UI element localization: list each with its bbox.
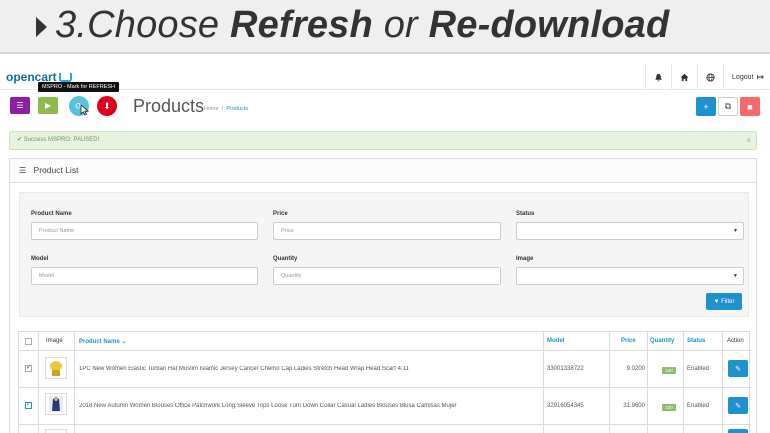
row-checkbox[interactable]: ✓ [25,365,32,372]
breadcrumb-separator: / [220,106,225,112]
column-header-quantity[interactable]: Quantity [650,338,674,344]
logout-label: Logout [732,73,754,81]
column-header-price[interactable]: Price [621,338,636,344]
list-icon: ☰ [19,166,27,175]
breadcrumb-home[interactable]: Home [204,106,219,112]
model-cell: 32916054345 [547,403,584,409]
download-icon: ⬇ [103,100,111,111]
model-input[interactable]: Model [31,267,258,285]
bell-icon[interactable] [645,64,671,90]
sign-out-icon: ↦ [756,71,764,82]
quantity-input[interactable]: Quantity [273,267,501,285]
table-row [19,425,751,433]
home-icon[interactable] [671,64,697,90]
select-all-checkbox[interactable] [25,338,32,345]
quantity-badge: 100 [662,367,676,374]
banner-word-redownload: Re-download [428,4,670,46]
model-label: Model [31,256,49,262]
product-name-header-label: Product Name [79,339,120,345]
success-alert: ✔ Success MSPRO: PAUSED! × [9,131,757,150]
pencil-icon: ✎ [735,365,741,373]
list-view-button[interactable]: ☰ [10,97,30,114]
instruction-banner: 3.Choose Refresh or Re-download [0,0,770,54]
filter-button-label: Filter [721,298,735,305]
panel-heading: ☰ Product List [10,159,756,183]
alert-close-button[interactable]: × [746,132,751,149]
status-label: Status [516,211,535,217]
trash-icon: ■ [747,101,753,112]
product-thumbnail [45,357,67,379]
price-input[interactable]: Price [273,222,501,240]
image-label: Image [516,256,534,262]
product-name-cell: 1PC New Women Elastic Turban Hat Muslim … [79,366,409,372]
price-label: Price [273,211,288,217]
model-cell: 33001338722 [547,366,584,372]
banner-title: 3.Choose Refresh or Re-download [55,4,669,47]
logout-link[interactable]: Logout ↦ [723,64,770,90]
play-icon: ▶ [44,101,52,110]
product-name-label: Product Name [31,211,72,217]
price-cell: 9.0200 [626,366,645,372]
check-circle-icon: ✔ [17,137,23,143]
breadcrumb: Home / Products [204,106,248,112]
play-arrow-icon [36,17,47,37]
table-row: ✓ 1PC New Women Elastic Turban Hat Musli… [19,351,751,387]
product-name-input[interactable]: Product Name [31,222,258,240]
edit-button[interactable]: ✎ [728,397,748,414]
filter-button[interactable]: ▼ Filter [706,293,742,310]
refresh-tooltip: MSPRO - Mark for REFRESH [38,82,120,92]
price-cell: 31.9600 [623,403,645,409]
product-thumbnail [45,429,67,433]
status-cell: Enabled [687,366,710,372]
filter-panel: Product Name Product Name Price Price St… [19,192,749,317]
product-list-panel: ☰ Product List Product Name Product Name… [9,158,757,433]
banner-word-refresh: Refresh [230,4,373,46]
row-checkbox[interactable]: ✓ [25,402,32,409]
delete-button[interactable]: ■ [740,97,760,116]
product-table: Image Product Name ⌄ Model Price Quantit… [18,331,751,433]
status-cell: Enabled [687,403,710,409]
panel-title: Product List [33,165,79,175]
column-header-product-name[interactable]: Product Name ⌄ [79,338,126,345]
column-header-image: Image [46,338,63,344]
sort-caret-icon: ⌄ [121,339,127,345]
quantity-badge: 100 [662,404,676,411]
banner-step-prefix: 3.Choose [55,4,231,46]
banner-middle: or [372,4,429,46]
alert-text: Success MSPRO: PAUSED! [23,137,100,143]
select-caret-icon: ▼ [733,273,738,279]
image-select[interactable]: ▼ [516,267,744,285]
globe-icon[interactable] [697,64,723,90]
play-button[interactable]: ▶ [38,97,58,114]
filter-icon: ▼ [713,298,722,305]
add-new-button[interactable]: + [696,97,716,116]
status-select[interactable]: ▼ [516,222,744,240]
product-thumbnail [45,393,67,415]
copy-button[interactable]: ⧉ [718,97,738,116]
column-header-action: Action [727,338,744,344]
breadcrumb-products[interactable]: Products [226,106,248,112]
column-header-model[interactable]: Model [547,338,564,344]
edit-button[interactable]: ✎ [728,360,748,377]
column-header-status[interactable]: Status [687,338,705,344]
mouse-pointer-icon [80,104,90,119]
product-name-cell: 2018 New Autumn Women Blouses Office Pat… [79,403,457,409]
quantity-label: Quantity [273,256,298,262]
list-icon: ☰ [16,101,24,110]
redownload-button[interactable]: ⬇ [97,96,117,116]
header-right-tools: Logout ↦ [645,64,770,90]
table-row: ✓ 2018 New Autumn Women Blouses Office P… [19,388,751,424]
copy-icon: ⧉ [724,101,732,111]
pencil-icon: ✎ [735,402,741,410]
select-caret-icon: ▼ [733,228,738,234]
edit-button[interactable] [728,429,748,433]
cart-logo-icon [58,73,72,82]
page-title: Products [133,96,205,116]
plus-icon: + [703,101,709,112]
